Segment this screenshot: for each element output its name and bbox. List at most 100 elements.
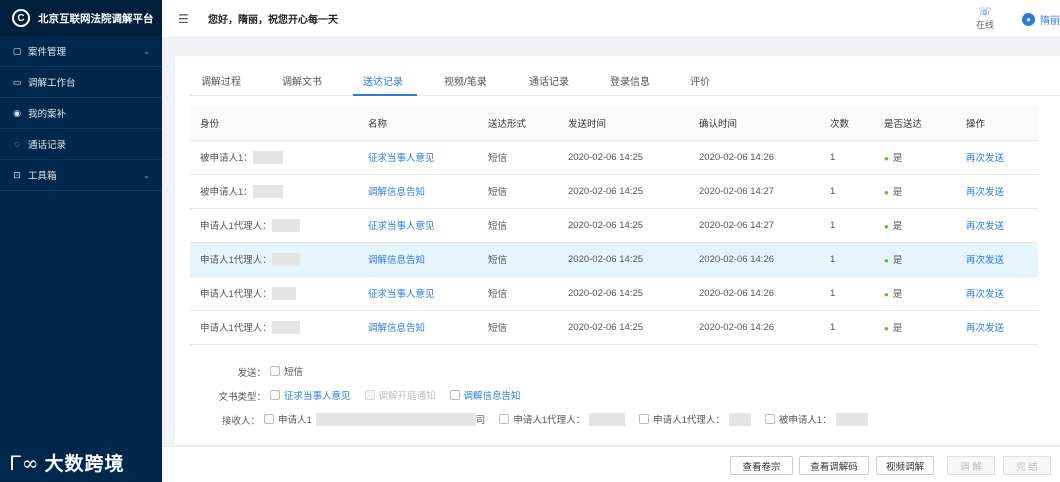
resend-link[interactable]: 再次发送: [956, 242, 1038, 277]
sidebar-item-1[interactable]: ▢ 案件管理 ⌄: [0, 36, 162, 66]
redacted-name: [271, 253, 300, 267]
checkbox-icon[interactable]: [499, 414, 510, 424]
table-row: 被申请人1： 调解信息告知 短信 2020-02-06 14:25 2020-02-06…: [190, 174, 1038, 209]
status-dot-icon: ●: [884, 188, 889, 197]
checkbox-icon[interactable]: [270, 366, 280, 376]
mediate-button[interactable]: 调 解: [947, 456, 995, 475]
redacted-name: [271, 321, 300, 335]
sidebar-item-3[interactable]: ◉ 我的案补: [0, 98, 162, 128]
status-dot-icon: ●: [884, 290, 889, 299]
identity-cell: 被申请人1：: [190, 140, 358, 175]
identity-label: 申请人1代理人：: [200, 288, 272, 300]
chat-icon: ◌: [14, 139, 20, 149]
sent-time-cell: 2020-02-06 14:25: [558, 310, 689, 345]
sidebar-item-2[interactable]: ▭ 调解工作台: [0, 67, 162, 97]
avatar-icon: ●: [1022, 13, 1035, 26]
table-row: 申请人1代理人： 调解信息告知 短信 2020-02-06 14:25 2020-02-…: [190, 310, 1038, 345]
table-row: 被申请人1： 征求当事人意见 短信 2020-02-06 14:25 2020-02-0…: [190, 140, 1038, 175]
checkbox-icon[interactable]: [270, 390, 280, 400]
resend-link[interactable]: 再次发送: [956, 208, 1038, 243]
tab-3[interactable]: 送达记录: [363, 73, 403, 88]
doc-type-label: 调解信息告知: [463, 391, 521, 402]
doc-type-checkbox[interactable]: 征求当事人意见: [266, 388, 351, 402]
tab-6[interactable]: 登录信息: [610, 73, 650, 88]
delivered-status-text: 是: [892, 289, 903, 300]
confirm-time-cell: 2020-02-06 14:27: [689, 208, 820, 243]
confirm-time-cell: 2020-02-06 14:26: [689, 140, 820, 175]
video-mediation-button[interactable]: 视频调解: [876, 456, 934, 475]
recipient-checkbox[interactable]: 申请人1代理人：: [495, 412, 626, 426]
delivered-status-cell: ● 是: [874, 310, 956, 345]
document-name-link[interactable]: 调解信息告知: [358, 310, 478, 345]
identity-label: 申请人1代理人：: [200, 322, 272, 334]
recipient-label: 被申请人1：: [778, 415, 832, 426]
column-header: 确认时间: [689, 106, 820, 141]
top-header: ☰ 您好，隋丽，祝您开心每一天 ☏ 在线 ● 隋丽: [162, 0, 1060, 38]
redacted-name: [835, 412, 868, 426]
doc-type-label: 调解开庭通知: [378, 391, 436, 402]
view-mediation-code-button[interactable]: 查看调解码: [799, 456, 869, 475]
column-header: 次数: [820, 106, 874, 141]
sidebar-item-4[interactable]: ◌ 通话记录: [0, 129, 162, 159]
tab-5[interactable]: 通话记录: [529, 73, 569, 88]
delivery-form-cell: 短信: [478, 140, 558, 175]
document-name-link[interactable]: 调解信息告知: [358, 174, 478, 209]
user-menu[interactable]: ● 隋丽: [1022, 12, 1060, 27]
recipient-checkbox[interactable]: 申请人1 司: [260, 412, 485, 426]
redacted-name: [589, 412, 626, 426]
tab-7[interactable]: 评价: [690, 73, 710, 88]
doc-type-checkbox[interactable]: 调解信息告知: [446, 388, 521, 402]
identity-label: 被申请人1：: [200, 152, 253, 164]
circle-dot-icon: ◉: [13, 107, 21, 118]
send-option-checkbox[interactable]: 短信: [266, 364, 303, 378]
active-tab-indicator: [353, 94, 417, 96]
finish-button[interactable]: 完 结: [1003, 456, 1051, 475]
table-row: 申请人1代理人： 征求当事人意见 短信 2020-02-06 14:25 2020-02…: [190, 208, 1038, 243]
checkbox-icon[interactable]: [639, 414, 650, 424]
checkbox-icon[interactable]: [449, 390, 460, 400]
confirm-time-cell: 2020-02-06 14:26: [689, 276, 820, 311]
identity-label: 申请人1代理人：: [200, 254, 272, 266]
column-header: 发送时间: [558, 106, 689, 141]
column-header: 是否送达: [874, 106, 956, 141]
doc-type-checkbox: 调解开庭通知: [361, 388, 436, 402]
identity-cell: 被申请人1：: [190, 174, 358, 209]
document-name-link[interactable]: 调解信息告知: [358, 242, 478, 277]
confirm-time-cell: 2020-02-06 14:26: [689, 310, 820, 345]
identity-cell: 申请人1代理人：: [190, 310, 358, 345]
sidebar-item-label: 工具箱: [28, 171, 57, 182]
recipient-label: 申请人1代理人：: [513, 415, 586, 426]
delivered-status-cell: ● 是: [874, 208, 956, 243]
online-status[interactable]: ☏ 在线: [976, 6, 994, 31]
send-label: 发送：: [237, 367, 266, 379]
recipient-checkbox[interactable]: 被申请人1：: [761, 412, 868, 426]
identity-cell: 申请人1代理人：: [190, 208, 358, 243]
tab-2[interactable]: 调解文书: [282, 73, 322, 88]
count-cell: 1: [820, 310, 874, 345]
column-header: 身份: [190, 106, 358, 141]
view-dossier-button[interactable]: 查看卷宗: [730, 456, 793, 475]
tab-4[interactable]: 视频/笔录: [444, 73, 487, 88]
resend-link[interactable]: 再次发送: [956, 174, 1038, 209]
monitor-icon: ▭: [12, 76, 22, 87]
delivery-form-cell: 短信: [478, 174, 558, 209]
sidebar: C 北京互联网法院调解平台 ▢ 案件管理 ⌄ ▭ 调解工作台 ◉ 我的案补 ◌ 通话记录 ⊡ 工具箱…: [0, 0, 162, 482]
sent-time-cell: 2020-02-06 14:25: [558, 208, 689, 243]
resend-link[interactable]: 再次发送: [956, 140, 1038, 175]
document-name-link[interactable]: 征求当事人意见: [358, 208, 478, 243]
sidebar-item-5[interactable]: ⊡ 工具箱 ⌄: [0, 160, 162, 190]
checkbox-icon[interactable]: [764, 414, 775, 424]
resend-link[interactable]: 再次发送: [956, 310, 1038, 345]
resend-link[interactable]: 再次发送: [956, 276, 1038, 311]
main-card: 调解过程 调解文书 送达记录 视频/笔录 通话记录 登录信息 评价 身份 名称 送达形式 发送时间…: [175, 56, 1060, 444]
menu-toggle-icon[interactable]: ☰: [178, 12, 192, 26]
column-header: 操作: [956, 106, 1038, 141]
recipient-checkbox[interactable]: 申请人1代理人：: [635, 412, 751, 426]
document-name-link[interactable]: 征求当事人意见: [358, 276, 478, 311]
tab-1[interactable]: 调解过程: [201, 73, 241, 88]
document-name-link[interactable]: 征求当事人意见: [358, 140, 478, 175]
recipient-label: 接收人：: [221, 415, 260, 427]
checkbox-icon[interactable]: [264, 414, 274, 424]
lock-icon: ⊡: [13, 169, 21, 180]
recipient-row: 接收人： 申请人1 司 申请人1代理人： 申请人1代理人： 被申请人1：: [190, 412, 878, 427]
